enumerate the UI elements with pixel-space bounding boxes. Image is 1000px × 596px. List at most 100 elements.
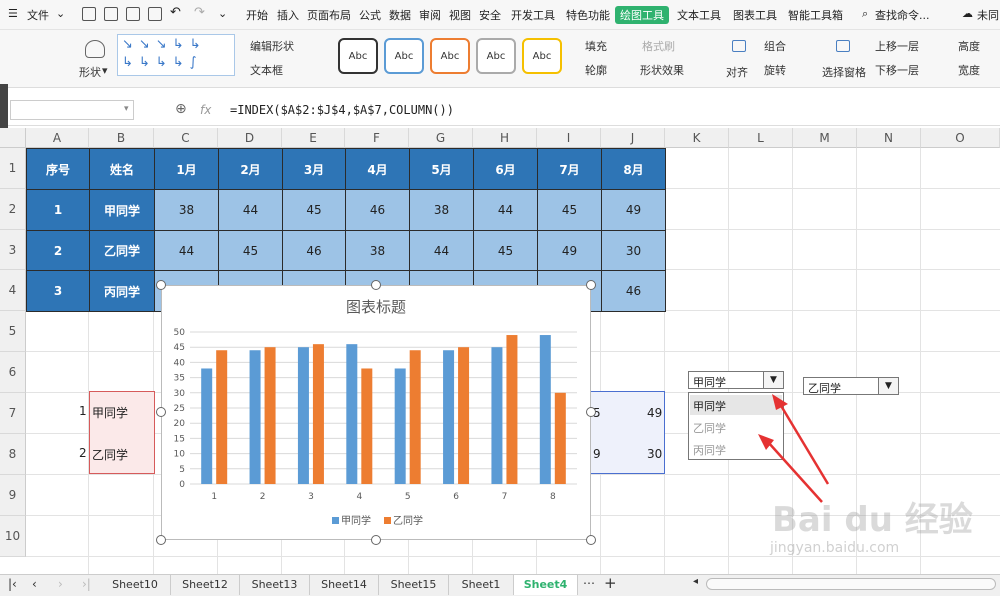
menu-page-layout[interactable]: 页面布局: [307, 7, 351, 23]
save-icon[interactable]: [82, 7, 96, 21]
table-cell[interactable]: 丙同学: [89, 270, 155, 312]
resize-handle[interactable]: [156, 535, 166, 545]
table-header-cell[interactable]: 6月: [473, 148, 538, 190]
command-search[interactable]: 查找命令...: [875, 7, 930, 23]
table-cell[interactable]: 49: [537, 230, 602, 271]
column-header-f[interactable]: F: [345, 128, 409, 148]
row-header-9[interactable]: 9: [0, 475, 26, 516]
row-header-10[interactable]: 10: [0, 516, 26, 557]
chevron-down-icon[interactable]: ▼: [878, 378, 898, 394]
column-header-n[interactable]: N: [857, 128, 921, 148]
table-cell[interactable]: 45: [218, 230, 283, 271]
column-header-d[interactable]: D: [218, 128, 282, 148]
dropdown-option-1[interactable]: 甲同学: [693, 398, 726, 414]
table-cell[interactable]: 1: [26, 189, 90, 231]
table-cell[interactable]: 46: [601, 270, 666, 312]
menu-text-tools[interactable]: 文本工具: [677, 7, 721, 23]
dropdown-option-2[interactable]: 乙同学: [693, 420, 726, 436]
edit-shape-button[interactable]: 编辑形状: [250, 38, 294, 54]
add-sheet-icon[interactable]: +: [604, 574, 617, 592]
fx-icon[interactable]: fx: [200, 103, 211, 117]
table-cell[interactable]: 45: [473, 230, 538, 271]
customize-icon[interactable]: ⌄: [218, 7, 227, 20]
column-header-c[interactable]: C: [154, 128, 218, 148]
last-sheet-icon[interactable]: ›|: [82, 577, 91, 591]
row-header-3[interactable]: 3: [0, 230, 26, 270]
text-box-button[interactable]: 文本框: [250, 62, 283, 78]
table-cell[interactable]: 45: [282, 189, 346, 231]
row-header-2[interactable]: 2: [0, 189, 26, 230]
table-cell[interactable]: 46: [345, 189, 410, 231]
shape-button[interactable]: 形状: [79, 64, 101, 80]
menu-formula[interactable]: 公式: [359, 7, 381, 23]
row8-name[interactable]: 乙同学: [92, 446, 128, 463]
table-cell[interactable]: 44: [473, 189, 538, 231]
resize-handle[interactable]: [371, 280, 381, 290]
formula-input[interactable]: =INDEX($A$2:$J$4,$A$7,COLUMN()): [230, 103, 454, 117]
table-cell[interactable]: 45: [537, 189, 602, 231]
table-header-cell[interactable]: 姓名: [89, 148, 155, 190]
next-sheet-icon[interactable]: ›: [58, 577, 63, 591]
width-field[interactable]: 宽度: [958, 62, 980, 78]
prev-sheet-icon[interactable]: ‹: [32, 577, 37, 591]
table-cell[interactable]: 44: [154, 230, 219, 271]
rotate-button[interactable]: 旋转: [764, 62, 786, 78]
shape-gallery[interactable]: ↘↘↘↳↳ ↳↳↳↳∫: [117, 34, 235, 76]
file-menu-icon[interactable]: ☰: [8, 7, 18, 20]
column-header-g[interactable]: G: [409, 128, 473, 148]
row-header-1[interactable]: 1: [0, 148, 26, 189]
column-header-k[interactable]: K: [665, 128, 729, 148]
resize-handle[interactable]: [586, 407, 596, 417]
column-header-j[interactable]: J: [601, 128, 665, 148]
menu-file[interactable]: 文件: [27, 7, 49, 23]
row-header-7[interactable]: 7: [0, 393, 26, 434]
dropdown-option-3[interactable]: 丙同学: [693, 442, 726, 458]
menu-insert[interactable]: 插入: [277, 7, 299, 23]
connector-shapes-icon[interactable]: ↳↳↳↳∫: [122, 55, 202, 70]
preview-icon[interactable]: [148, 7, 162, 21]
style-preset-4[interactable]: Abc: [476, 38, 516, 74]
table-cell[interactable]: 44: [409, 230, 474, 271]
search-icon[interactable]: ⌕: [862, 7, 868, 21]
table-cell[interactable]: 49: [601, 189, 666, 231]
menu-smart-toolbox[interactable]: 智能工具箱: [788, 7, 843, 23]
tab-sheet12[interactable]: Sheet12: [171, 575, 240, 595]
height-field[interactable]: 高度: [958, 38, 980, 54]
print-icon[interactable]: [126, 7, 140, 21]
table-header-cell[interactable]: 2月: [218, 148, 283, 190]
row7-name[interactable]: 甲同学: [92, 404, 128, 421]
chevron-down-icon[interactable]: ⌄: [56, 7, 65, 20]
tab-sheet4[interactable]: Sheet4: [514, 575, 578, 595]
menu-chart-tools[interactable]: 图表工具: [733, 7, 777, 23]
tab-sheet14[interactable]: Sheet14: [310, 575, 379, 595]
tab-sheet15[interactable]: Sheet15: [379, 575, 449, 595]
tab-sheet1[interactable]: Sheet1: [449, 575, 514, 595]
resize-handle[interactable]: [156, 407, 166, 417]
table-header-cell[interactable]: 1月: [154, 148, 219, 190]
menu-features[interactable]: 特色功能: [566, 7, 610, 23]
column-header-a[interactable]: A: [26, 128, 89, 148]
tab-sheet10[interactable]: Sheet10: [100, 575, 171, 595]
style-preset-2[interactable]: Abc: [384, 38, 424, 74]
select-all-corner[interactable]: [0, 128, 26, 148]
table-cell[interactable]: 38: [409, 189, 474, 231]
resize-handle[interactable]: [371, 535, 381, 545]
table-header-cell[interactable]: 3月: [282, 148, 346, 190]
line-shapes-icon[interactable]: ↘↘↘↳↳: [122, 37, 206, 52]
column-header-b[interactable]: B: [89, 128, 154, 148]
chevron-down-icon[interactable]: ▾: [102, 64, 108, 77]
align-button[interactable]: 对齐: [726, 64, 748, 80]
redo-icon[interactable]: ↷: [194, 5, 205, 20]
resize-handle[interactable]: [586, 535, 596, 545]
menu-developer[interactable]: 开发工具: [511, 7, 555, 23]
table-cell[interactable]: 46: [282, 230, 346, 271]
outline-button[interactable]: 轮廓: [585, 62, 607, 78]
selection-pane-button[interactable]: 选择窗格: [822, 64, 866, 80]
bar-chart[interactable]: 图表标题 0 5 10 15 20 25 30 35 40 45 50 1 2 3 4 5 6 7 8 甲同学 乙同学: [161, 285, 591, 540]
sync-status[interactable]: 未同: [977, 7, 999, 23]
column-header-i[interactable]: I: [537, 128, 601, 148]
row-header-4[interactable]: 4: [0, 270, 26, 311]
table-cell[interactable]: 38: [345, 230, 410, 271]
table-cell[interactable]: 乙同学: [89, 230, 155, 271]
table-header-cell[interactable]: 序号: [26, 148, 90, 190]
